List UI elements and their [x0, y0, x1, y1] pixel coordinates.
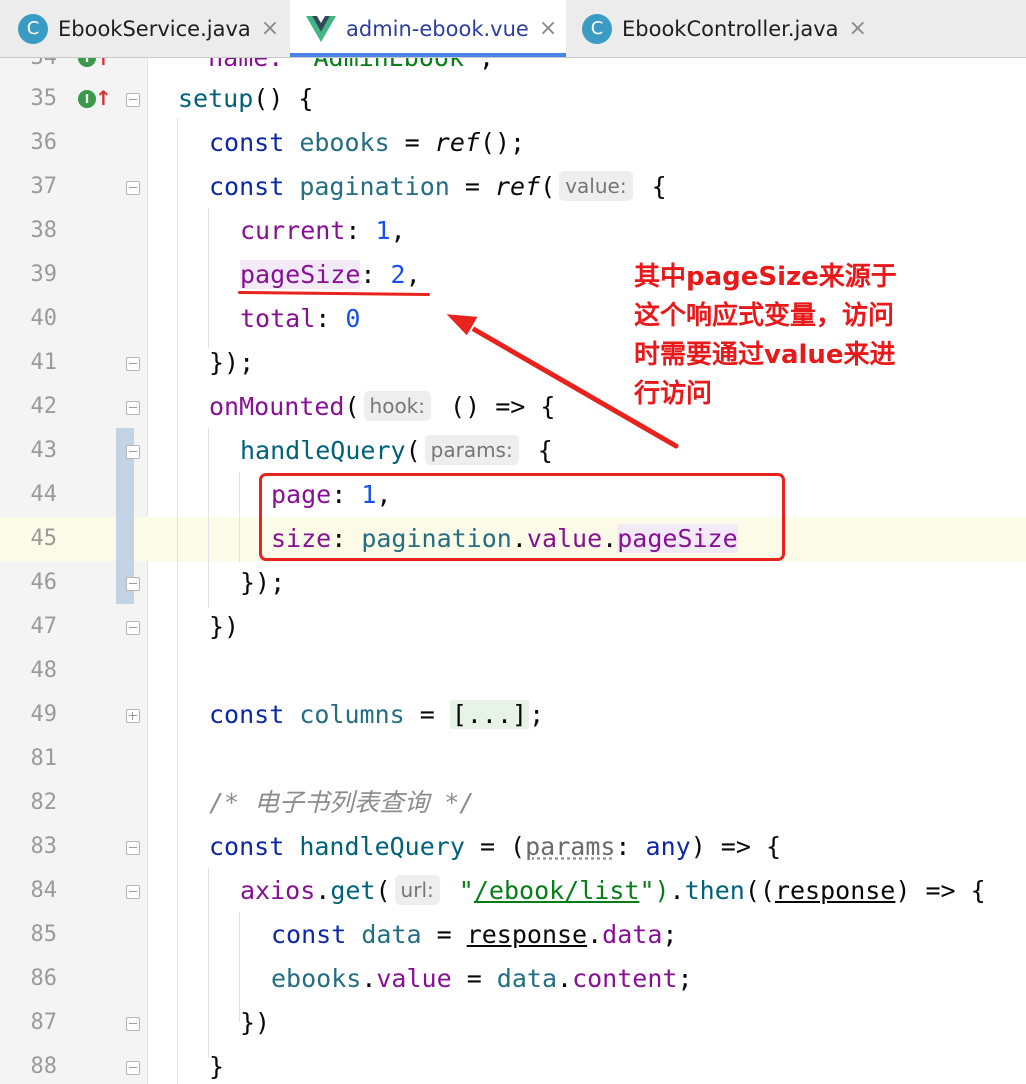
- annotation-note-line: 时需要通过value来进: [634, 340, 896, 370]
- annotation-note-line: 行访问: [634, 379, 713, 409]
- annotation-note: 其中pageSize来源于 这个响应式变量，访问 时需要通过value来进 行访…: [634, 258, 934, 414]
- annotation-note-line: 这个响应式变量，访问: [634, 301, 895, 331]
- annotation-note-line: 其中pageSize来源于: [634, 262, 897, 292]
- annotation-arrow-icon: [441, 311, 681, 451]
